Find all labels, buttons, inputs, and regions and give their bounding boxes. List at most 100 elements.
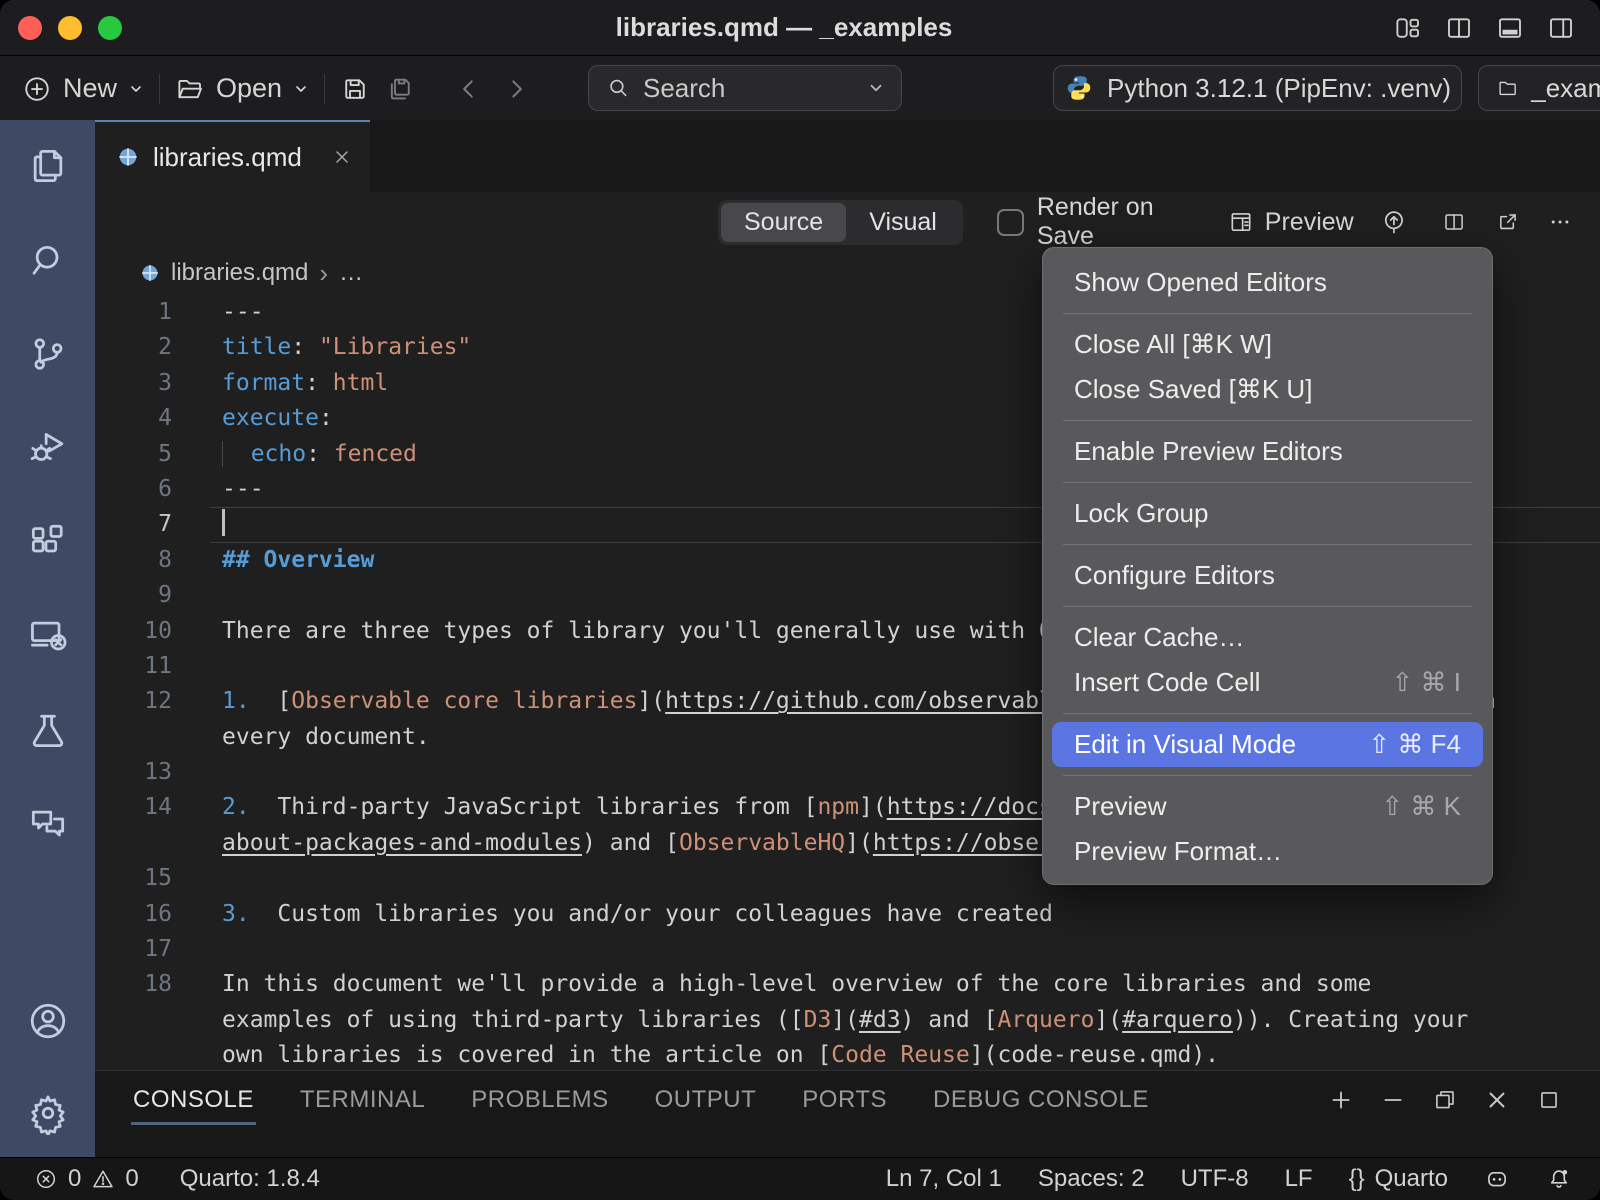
menu-item-shortcut: ⇧ ⌘ K [1381,791,1461,822]
chevron-down-icon [128,81,144,97]
sidebar-item-source-control[interactable] [26,332,70,376]
customize-layout-button[interactable] [1393,13,1423,43]
sidebar-item-testing[interactable] [26,708,70,752]
open-in-new-window-icon[interactable] [1496,209,1520,235]
line-number: 12 [95,684,172,719]
sidebar-item-extensions[interactable] [26,520,70,564]
settings-button[interactable] [26,1091,70,1135]
menu-item-configure-editors[interactable]: Configure Editors [1052,553,1483,598]
code-line[interactable]: own libraries is covered in the article … [95,1038,1600,1070]
open-button-label: Open [216,73,282,104]
minimize-window-button[interactable] [58,16,82,40]
render-icon[interactable] [1380,207,1408,237]
code-line[interactable]: 18In this document we'll provide a high-… [95,967,1600,1002]
menu-item-label: Close All [⌘K W] [1074,329,1272,360]
menu-item-enable-preview-editors[interactable]: Enable Preview Editors [1052,429,1483,474]
plus-circle-icon [22,74,52,104]
panel-tab-console[interactable]: CONSOLE [133,1086,254,1114]
source-mode-button[interactable]: Source [721,203,846,242]
menu-item-label: Insert Code Cell [1074,667,1260,698]
menu-item-label: Clear Cache… [1074,622,1245,653]
quarto-version-status[interactable]: Quarto: 1.8.4 [180,1165,320,1193]
window-layout-controls [1393,13,1576,43]
line-content: title: "Libraries" [222,330,471,365]
panel-tab-ports[interactable]: PORTS [802,1086,887,1114]
tab-libraries-qmd[interactable]: libraries.qmd [95,120,370,192]
interpreter-selector[interactable]: Python 3.12.1 (PipEnv: .venv) [1053,65,1462,111]
menu-item-close-all-k-w[interactable]: Close All [⌘K W] [1052,322,1483,367]
split-editor-icon[interactable] [1442,209,1466,235]
panel-tab-output[interactable]: OUTPUT [655,1086,757,1114]
menu-item-show-opened-editors[interactable]: Show Opened Editors [1052,260,1483,305]
line-content: echo: fenced [222,437,417,472]
render-on-save-checkbox[interactable] [997,209,1024,236]
menu-item-lock-group[interactable]: Lock Group [1052,491,1483,536]
line-number: 15 [95,861,172,896]
zoom-window-button[interactable] [98,16,122,40]
menu-item-preview[interactable]: Preview⇧ ⌘ K [1052,784,1483,829]
project-button[interactable]: _examples [1478,65,1600,111]
code-line[interactable]: 163. Custom libraries you and/or your co… [95,897,1600,932]
sidebar-item-run-debug[interactable] [26,426,70,470]
line-content: ## Overview [222,543,374,578]
preview-button[interactable]: Preview [1228,208,1354,237]
eol-status[interactable]: LF [1285,1165,1313,1193]
toggle-secondary-sidebar-button[interactable] [1546,13,1576,43]
new-button[interactable]: New [22,73,144,104]
line-number: 3 [95,366,172,401]
menu-separator [1063,544,1472,545]
panel-tab-terminal[interactable]: TERMINAL [300,1086,425,1114]
panel-tab-debug-console[interactable]: DEBUG CONSOLE [933,1086,1149,1114]
maximize-panel-button[interactable] [1536,1087,1562,1113]
save-all-button[interactable] [385,74,415,104]
sidebar-item-explorer[interactable] [26,144,70,188]
menu-item-clear-cache[interactable]: Clear Cache… [1052,615,1483,660]
breadcrumb-file[interactable]: libraries.qmd [171,259,308,287]
chevron-left-icon [456,76,482,102]
cursor-position-status[interactable]: Ln 7, Col 1 [886,1165,1002,1193]
code-line[interactable]: examples of using third-party libraries … [95,1003,1600,1038]
new-console-button[interactable] [1328,1087,1354,1113]
breadcrumb-more[interactable]: … [339,259,363,287]
line-content: format: html [222,366,388,401]
line-number: 1 [95,295,172,330]
close-window-button[interactable] [18,16,42,40]
navigate-back-button[interactable] [456,76,482,102]
indentation-status[interactable]: Spaces: 2 [1038,1165,1145,1193]
toggle-panel-button[interactable] [1495,13,1525,43]
copilot-icon[interactable] [1484,1166,1510,1192]
close-panel-button[interactable] [1484,1087,1510,1113]
more-actions-icon[interactable] [1548,209,1572,235]
panel-tab-problems[interactable]: PROBLEMS [471,1086,608,1114]
save-icon [340,74,370,104]
sidebar-item-comments[interactable] [26,802,70,846]
line-number: 8 [95,543,172,578]
open-button[interactable]: Open [175,73,309,104]
navigate-forward-button[interactable] [503,76,529,102]
sidebar-item-search[interactable] [26,238,70,282]
visual-mode-button[interactable]: Visual [846,203,960,242]
line-content: examples of using third-party libraries … [222,1003,1468,1038]
menu-item-close-saved-k-u[interactable]: Close Saved [⌘K U] [1052,367,1483,412]
breadcrumb[interactable]: libraries.qmd › … [140,254,363,292]
close-tab-icon[interactable] [332,147,352,167]
notifications-bell-icon[interactable] [1546,1166,1572,1192]
menu-item-label: Preview Format… [1074,836,1282,867]
line-content: 3. Custom libraries you and/or your coll… [222,897,1053,932]
language-mode-status[interactable]: {} Quarto [1349,1165,1448,1193]
split-editor-button[interactable] [1444,13,1474,43]
menu-item-insert-code-cell[interactable]: Insert Code Cell⇧ ⌘ I [1052,660,1483,705]
restore-panel-button[interactable] [1432,1087,1458,1113]
code-line[interactable]: 17 [95,932,1600,967]
menu-item-edit-in-visual-mode[interactable]: Edit in Visual Mode⇧ ⌘ F4 [1052,722,1483,767]
account-button[interactable] [26,999,70,1043]
save-button[interactable] [340,74,370,104]
global-search-input[interactable]: Search [588,65,902,111]
menu-separator [1063,482,1472,483]
line-number: 6 [95,472,172,507]
encoding-status[interactable]: UTF-8 [1181,1165,1249,1193]
menu-item-preview-format[interactable]: Preview Format… [1052,829,1483,874]
minimize-panel-button[interactable] [1380,1087,1406,1113]
problems-status[interactable]: 0 0 [34,1165,139,1193]
sidebar-item-remote-explorer[interactable] [26,614,70,658]
